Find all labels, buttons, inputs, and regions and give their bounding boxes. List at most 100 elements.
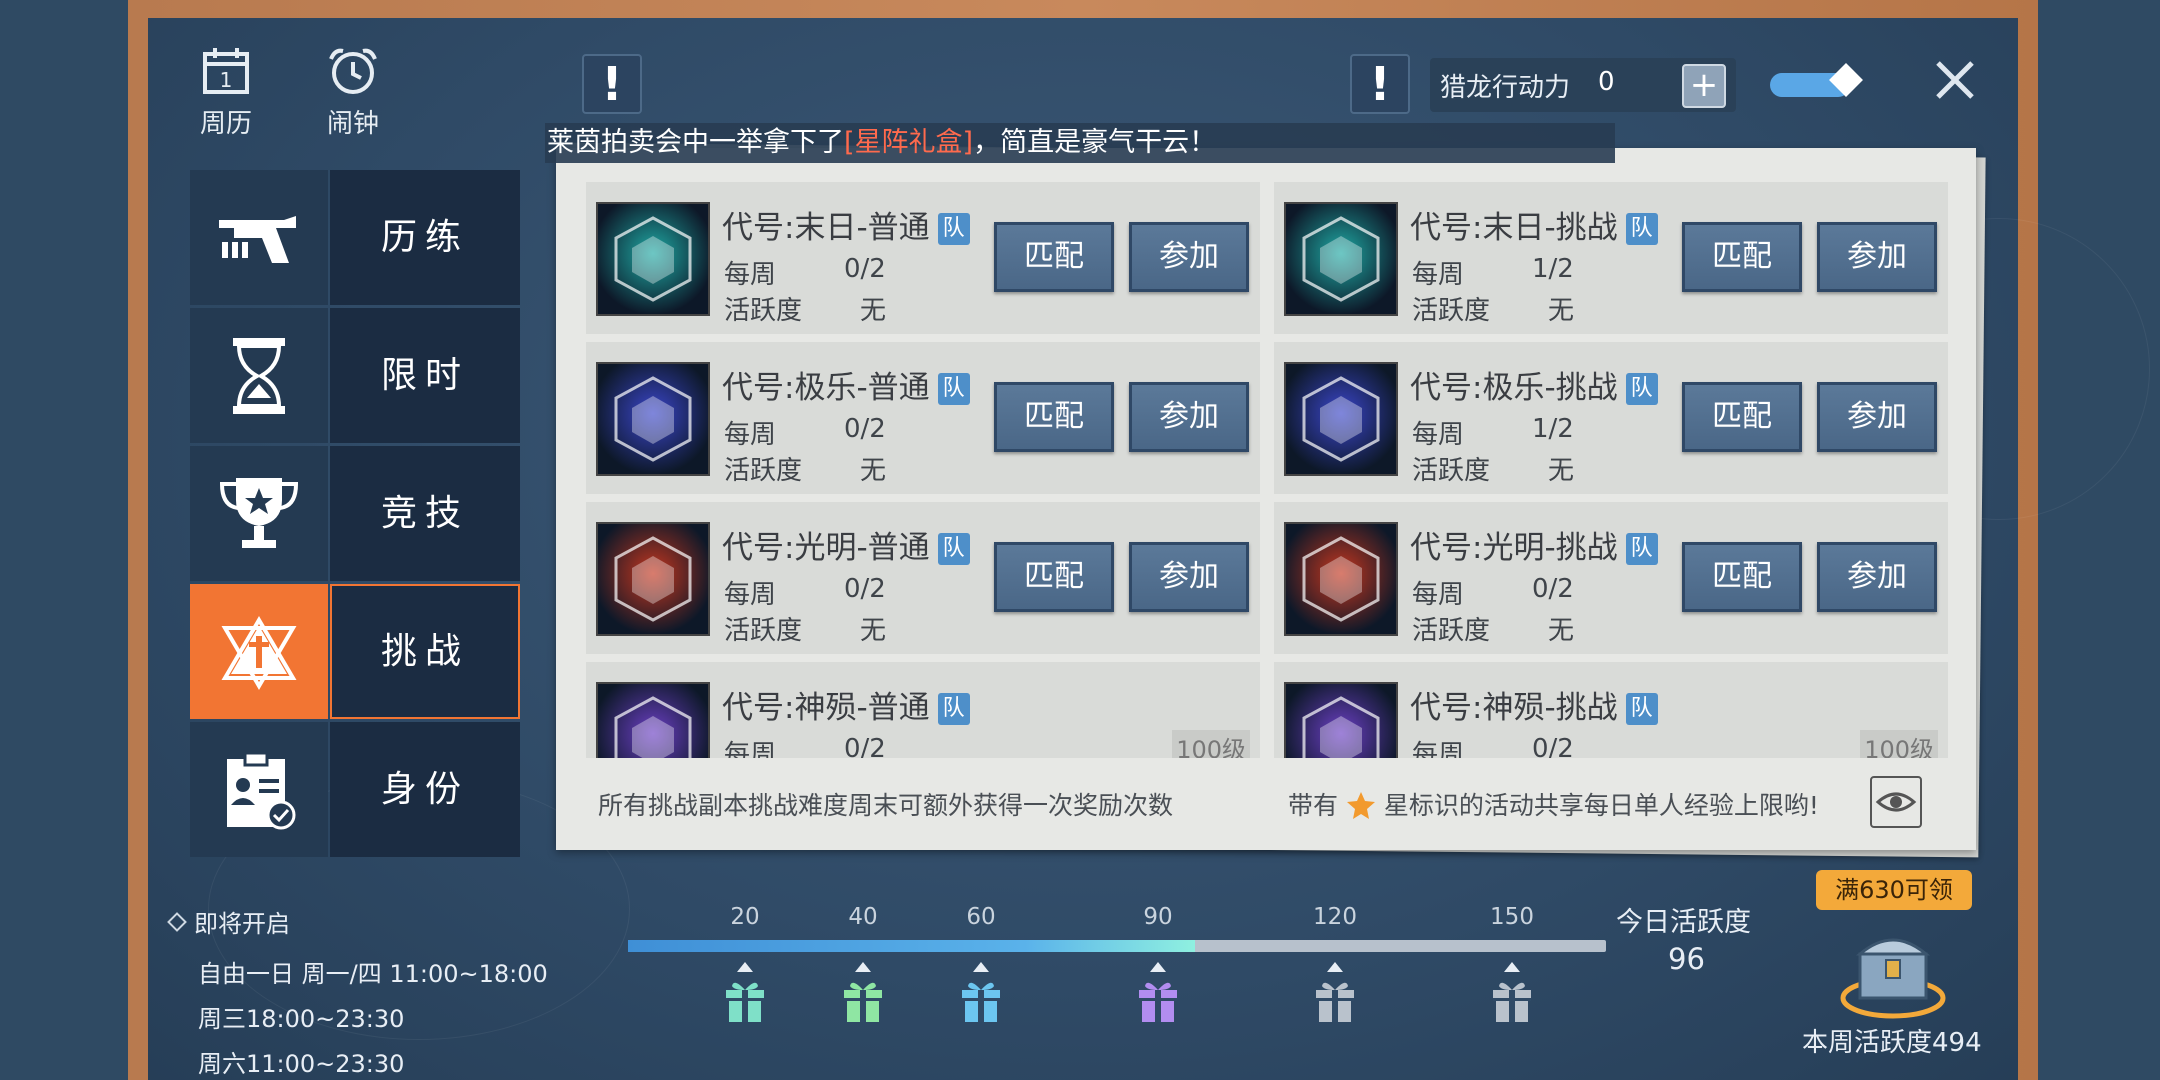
match-button[interactable]: 匹配 [1682, 542, 1802, 612]
sidebar-item-label: 挑战 [330, 584, 520, 719]
challenge-title: 代号:极乐-普通队 [722, 362, 970, 407]
star-icon [1346, 792, 1375, 819]
activity-label: 活跃度 [724, 296, 803, 326]
activity-value: 无 [860, 296, 887, 326]
eye-toggle-button[interactable] [1870, 776, 1922, 828]
milestone-marker [1327, 962, 1343, 972]
challenge-title-text: 代号:光明-普通 [722, 530, 930, 566]
note-suffix: 星标识的活动共享每日单人经验上限哟! [1383, 791, 1819, 820]
activity-label: 活跃度 [1412, 456, 1491, 486]
sidebar-item-challenge[interactable]: 挑战 [190, 584, 520, 719]
calendar-button[interactable]: 1 周历 [181, 45, 271, 140]
activity-value: 无 [860, 456, 887, 486]
alarm-clock-icon [329, 48, 377, 94]
weekly-count: 0/2 [1532, 734, 1574, 758]
sidebar-item-arena[interactable]: 竞技 [190, 446, 520, 581]
hourglass-icon [190, 308, 328, 443]
gift-icon [844, 982, 882, 1022]
weekly-label: 每周 [724, 260, 777, 290]
challenge-title: 代号:末日-普通队 [722, 202, 970, 247]
activity-value: 无 [860, 616, 887, 646]
sidebar-item-label: 历练 [330, 170, 520, 305]
activity-value: 无 [1548, 296, 1575, 326]
weekly-label: 每周 [724, 580, 777, 610]
challenge-emblem-icon [190, 584, 328, 719]
gift-reward-button[interactable] [840, 962, 886, 1026]
activity-label: 活跃度 [724, 616, 803, 646]
weekly-label: 每周 [724, 420, 777, 450]
gift-reward-button[interactable] [1135, 962, 1181, 1026]
weekend-bonus-note: 所有挑战副本挑战难度周末可额外获得一次奖励次数 [598, 791, 1174, 820]
shared-exp-note: 带有 星标识的活动共享每日单人经验上限哟! [1288, 786, 1819, 822]
activity-progress-bar [628, 940, 1606, 952]
stamina-panel: 猎龙行动力 0 + [1430, 58, 1736, 112]
stamina-alert-icon[interactable]: ! [1350, 54, 1410, 114]
announcement-ticker: 莱茵拍卖会中一举拿下了[星阵礼盒]，简直是豪气干云！ [545, 123, 1615, 163]
weekly-activity-label: 本周活跃度494 [1802, 1028, 1982, 1058]
weekly-label: 每周 [1412, 740, 1465, 758]
toggle-switch[interactable] [1770, 63, 1863, 97]
match-button[interactable]: 匹配 [994, 542, 1114, 612]
join-button[interactable]: 参加 [1817, 542, 1937, 612]
add-stamina-button[interactable]: + [1682, 64, 1726, 108]
milestone-marker [1150, 962, 1166, 972]
gift-reward-button[interactable] [1489, 962, 1535, 1026]
team-badge: 队 [937, 213, 970, 245]
weekly-count: 0/2 [844, 574, 886, 604]
sidebar-item-limited[interactable]: 限时 [190, 308, 520, 443]
challenge-card: 代号:神殒-普通队 每周 0/2 100级 [586, 662, 1260, 758]
gift-reward-button[interactable] [1312, 962, 1358, 1026]
alert-icon[interactable]: ! [582, 54, 642, 114]
alarm-button[interactable]: 闹钟 [308, 45, 398, 140]
sidebar-item-training[interactable]: 历练 [190, 170, 520, 305]
join-button[interactable]: 参加 [1129, 222, 1249, 292]
svg-text:1: 1 [220, 68, 233, 92]
challenge-title: 代号:神殒-普通队 [722, 682, 970, 727]
activity-value: 无 [1548, 616, 1575, 646]
activity-label: 活跃度 [1412, 296, 1491, 326]
join-button[interactable]: 参加 [1817, 382, 1937, 452]
weekly-count: 1/2 [1532, 414, 1574, 444]
gift-reward-button[interactable] [958, 962, 1004, 1026]
milestone-value: 40 [848, 904, 878, 930]
match-button[interactable]: 匹配 [1682, 382, 1802, 452]
weekly-chest-button[interactable] [1838, 920, 1948, 1020]
gift-reward-button[interactable] [722, 962, 768, 1026]
activity-value: 无 [1548, 456, 1575, 486]
gift-icon [726, 982, 764, 1022]
diamond-bullet-icon [167, 912, 187, 932]
activity-label: 活跃度 [1412, 616, 1491, 646]
challenge-card: 代号:末日-挑战队 每周 1/2 活跃度 无 匹配 参加 [1274, 182, 1948, 334]
challenge-card: 代号:末日-普通队 每周 0/2 活跃度 无 匹配 参加 [586, 182, 1260, 334]
weekly-count: 0/2 [844, 734, 886, 758]
team-badge: 队 [937, 373, 970, 405]
upcoming-heading-text: 即将开启 [194, 910, 290, 938]
eye-icon [1875, 792, 1917, 812]
close-button[interactable] [1930, 55, 1980, 105]
upcoming-line: 自由一日 周一/四 11:00~18:00 [198, 960, 548, 988]
gift-icon [1493, 982, 1531, 1022]
weekly-count: 0/2 [844, 254, 886, 284]
match-button[interactable]: 匹配 [994, 382, 1114, 452]
join-button[interactable]: 参加 [1129, 382, 1249, 452]
match-button[interactable]: 匹配 [1682, 222, 1802, 292]
challenge-card: 代号:光明-普通队 每周 0/2 活跃度 无 匹配 参加 [586, 502, 1260, 654]
sidebar-item-label: 身份 [330, 722, 520, 857]
close-icon [1936, 61, 1974, 99]
challenge-list[interactable]: 代号:末日-普通队 每周 0/2 活跃度 无匹配 参加 代号:末日-挑战队 每周 … [586, 182, 1952, 758]
challenge-card: 代号:极乐-普通队 每周 0/2 活跃度 无 匹配 参加 [586, 342, 1260, 494]
match-button[interactable]: 匹配 [994, 222, 1114, 292]
weekly-label: 每周 [1412, 420, 1465, 450]
challenge-emblem-icon [1284, 522, 1398, 636]
sidebar-item-label: 竞技 [330, 446, 520, 581]
sidebar-item-identity[interactable]: 身份 [190, 722, 520, 857]
milestone-marker [737, 962, 753, 972]
join-button[interactable]: 参加 [1129, 542, 1249, 612]
challenge-title: 代号:神殒-挑战队 [1410, 682, 1658, 727]
challenge-card: 代号:极乐-挑战队 每周 1/2 活跃度 无 匹配 参加 [1274, 342, 1948, 494]
level-requirement: 100级 [1172, 730, 1250, 758]
milestone-marker [855, 962, 871, 972]
join-button[interactable]: 参加 [1817, 222, 1937, 292]
milestone-value: 120 [1313, 904, 1357, 930]
challenge-title: 代号:极乐-挑战队 [1410, 362, 1658, 407]
